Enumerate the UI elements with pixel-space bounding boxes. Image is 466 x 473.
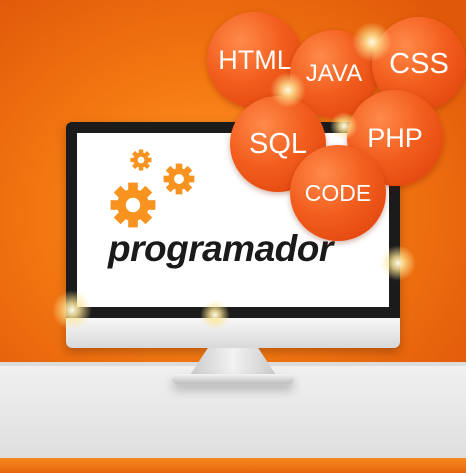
light-glow (330, 112, 358, 140)
bottom-stripe (0, 458, 466, 473)
monitor-chin (66, 318, 400, 348)
gear-icon-medium (163, 163, 195, 195)
light-glow (52, 290, 92, 330)
gear-icon-large (110, 182, 156, 228)
light-glow (380, 245, 416, 281)
light-glow (270, 72, 306, 108)
gear-icon (110, 149, 195, 228)
light-glow (200, 300, 230, 330)
brand-title: programador (108, 228, 333, 269)
monitor-base (172, 374, 294, 384)
gear-icon-small (130, 149, 152, 171)
bubble-code: CODE (290, 145, 386, 241)
light-glow (352, 22, 392, 62)
banner-scene: programador HTML JAVA CSS SQL PHP CODE (0, 0, 466, 473)
